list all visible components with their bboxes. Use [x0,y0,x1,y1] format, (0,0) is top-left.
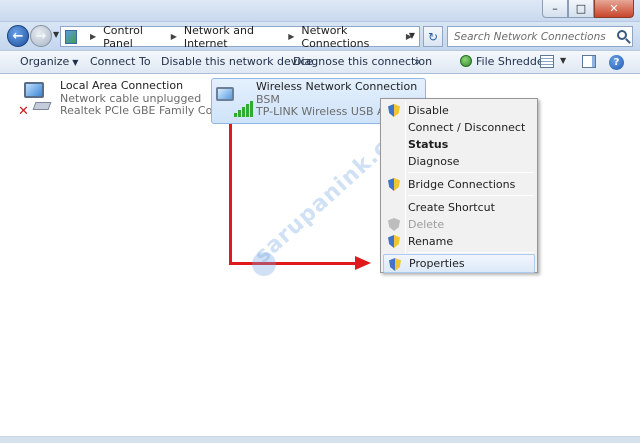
diagnose-connection-button[interactable]: Diagnose this connection [293,55,432,68]
context-menu: Disable Connect / Disconnect Status Diag… [380,98,538,273]
menu-item-label: Diagnose [408,155,460,168]
menu-item-properties[interactable]: Properties [383,254,535,273]
organize-button[interactable]: Organize ▼ [20,55,78,68]
back-arrow-icon: ← [12,28,24,44]
breadcrumb-arrow-icon[interactable]: ▶ [288,32,294,41]
file-shredder-button[interactable]: File Shredder [460,55,548,68]
menu-item-label: Disable [408,104,449,117]
organize-label: Organize [20,55,70,68]
help-icon[interactable]: ? [609,55,624,70]
breadcrumb-network-connections[interactable]: Network Connections [301,24,398,50]
search-icon[interactable] [617,30,627,40]
menu-separator [408,172,534,173]
network-cable-icon [32,102,52,110]
breadcrumb-arrow-icon[interactable]: ▶ [90,32,96,41]
more-commands-button[interactable]: » [414,55,421,68]
breadcrumb-network-and-internet[interactable]: Network and Internet [184,24,281,50]
menu-item-diagnose[interactable]: Diagnose [383,152,535,171]
maximize-button[interactable]: □ [568,0,594,18]
minimize-button[interactable]: – [542,0,568,18]
menu-item-rename[interactable]: Rename [383,232,535,251]
disconnected-x-icon: ✕ [18,104,29,119]
connect-to-button[interactable]: Connect To [90,55,151,68]
refresh-button[interactable]: ↻ [423,26,443,47]
menu-separator [408,252,534,253]
connection-name: Wireless Network Connection [256,80,418,93]
title-bar: – □ ✕ [0,0,640,22]
close-button[interactable]: ✕ [594,0,634,18]
watermark-badge [252,252,276,276]
uac-shield-icon [389,258,401,271]
annotation-arrow-head [355,256,371,270]
menu-separator [408,195,534,196]
back-button[interactable]: ← [7,25,29,47]
forward-arrow-icon: → [35,28,47,44]
forward-button[interactable]: → [30,25,52,47]
annotation-arrow-horizontal [229,262,357,265]
file-shredder-icon [460,55,472,67]
annotation-arrow-vertical [229,124,232,265]
uac-shield-icon [388,104,400,117]
wireless-network-icon [214,81,254,121]
menu-item-bridge-connections[interactable]: Bridge Connections [383,175,535,194]
view-options-dropdown-icon[interactable]: ▼ [560,56,566,65]
menu-item-label: Properties [409,257,465,270]
wired-network-icon: ✕ [18,80,56,120]
menu-item-label: Connect / Disconnect [408,121,526,134]
window-controls: – □ ✕ [542,0,634,18]
control-panel-icon [65,29,77,44]
address-bar[interactable]: ▶ Control Panel ▶ Network and Internet ▶… [60,24,420,50]
uac-shield-icon [388,218,400,231]
uac-shield-icon [388,235,400,248]
refresh-icon: ↻ [427,29,439,44]
connections-list [0,75,640,437]
recent-pages-dropdown-icon[interactable]: ▼ [53,30,59,39]
menu-item-label: Rename [408,235,454,248]
change-view-icon[interactable] [540,55,554,68]
menu-item-label: Bridge Connections [408,178,516,191]
monitor-icon [24,82,44,98]
address-history-dropdown-icon[interactable]: ▼ [409,31,415,40]
menu-item-label: Status [408,138,449,151]
monitor-icon [216,87,234,101]
menu-item-label: Delete [408,218,445,231]
search-box[interactable] [447,26,633,47]
search-input[interactable] [448,27,608,46]
status-bar [0,437,640,443]
command-bar: Organize ▼ Connect To Disable this networ… [0,50,640,74]
disable-device-button[interactable]: Disable this network device [161,55,313,68]
chevron-down-icon: ▼ [72,58,79,67]
signal-strength-icon [234,101,254,117]
menu-item-label: Create Shortcut [408,201,495,214]
breadcrumb-control-panel[interactable]: Control Panel [103,24,164,50]
uac-shield-icon [388,178,400,191]
breadcrumb-arrow-icon[interactable]: ▶ [171,32,177,41]
navigation-bar: ← → ▼ ▶ Control Panel ▶ Network and Inte… [0,22,640,50]
preview-pane-icon[interactable] [582,55,596,68]
file-shredder-label: File Shredder [476,55,549,68]
